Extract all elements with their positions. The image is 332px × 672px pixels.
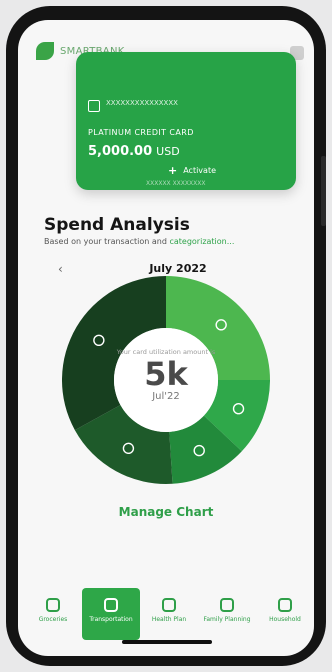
card-currency: USD <box>156 145 180 158</box>
star-icon <box>278 598 292 612</box>
card-amount: 5,000.00 USD <box>88 144 180 159</box>
car-icon <box>162 598 176 612</box>
basket-icon <box>46 598 60 612</box>
plus-icon: + <box>168 164 178 177</box>
section-subtitle: Based on your transaction and categoriza… <box>44 237 234 246</box>
nav-label: Transportation <box>89 616 133 623</box>
center-value: 5k <box>144 355 188 393</box>
subtitle-text: Based on your transaction and <box>44 237 170 246</box>
home-indicator <box>122 640 212 644</box>
subtitle-link[interactable]: categorization... <box>169 237 234 246</box>
nav-label: Groceries <box>38 616 68 623</box>
nav-label: Household <box>269 616 301 623</box>
nav-item-transportation[interactable]: Transportation <box>82 588 140 640</box>
nav-item-family-planning[interactable]: Family Planning <box>198 588 256 640</box>
factory-icon <box>104 598 118 612</box>
donut-center: Your card utilization amount is 5k Jul'2… <box>116 330 216 430</box>
card-type: PLATINUM CREDIT CARD <box>88 128 194 137</box>
nav-label: Family Planning <box>203 616 251 623</box>
leaf-logo-icon <box>36 42 54 60</box>
bottom-navigation: Groceries Transportation Health Plan Fam… <box>24 588 314 640</box>
activate-button[interactable]: + Activate <box>168 164 216 177</box>
manage-chart-button[interactable]: Manage Chart <box>0 505 332 519</box>
center-period: Jul'22 <box>152 391 180 402</box>
nav-item-groceries[interactable]: Groceries <box>24 588 82 640</box>
nav-label: Health Plan <box>151 616 187 623</box>
heart-icon <box>220 598 234 612</box>
activate-label: Activate <box>183 166 217 175</box>
spend-donut-chart[interactable]: Your card utilization amount is 5k Jul'2… <box>56 270 276 490</box>
status-bar <box>18 20 314 42</box>
card-amount-value: 5,000.00 <box>88 144 153 159</box>
section-title: Spend Analysis <box>44 215 190 235</box>
card-number: XXXXXXXXXXXXXXX <box>106 99 178 107</box>
phone-side-button <box>321 156 326 226</box>
credit-card[interactable]: XXXXXXXXXXXXXXX PLATINUM CREDIT CARD 5,0… <box>76 52 296 190</box>
card-chip-icon <box>88 100 100 112</box>
nav-item-household[interactable]: Household <box>256 588 314 640</box>
card-footer: XXXXXX XXXXXXXX <box>146 180 206 187</box>
nav-item-health-plan[interactable]: Health Plan <box>140 588 198 640</box>
